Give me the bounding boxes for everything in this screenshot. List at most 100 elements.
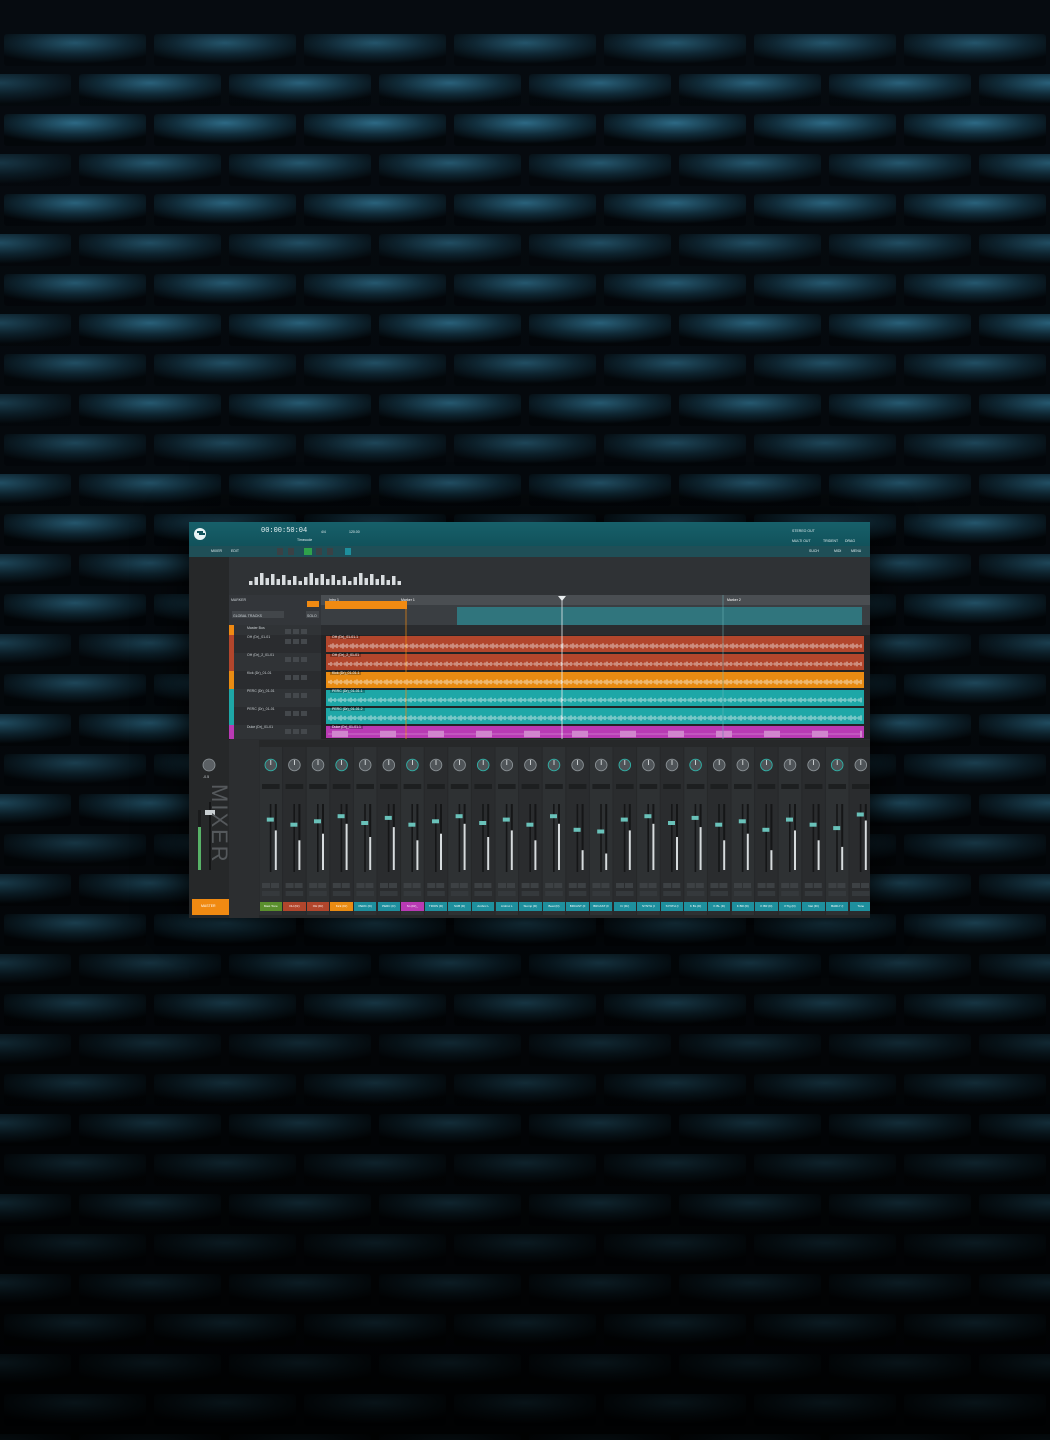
- fader-cap: [526, 822, 534, 827]
- level-meter-fill: [487, 837, 490, 870]
- channel-name[interactable]: PERC (D): [377, 902, 401, 911]
- channel-name[interactable]: Kick (Dr): [330, 902, 353, 911]
- channel-name[interactable]: SUB (D): [448, 902, 471, 911]
- channel-name[interactable]: BARLY (I: [825, 902, 849, 911]
- channel-name[interactable]: BRCAST (F: [589, 902, 613, 911]
- mute-button: [852, 883, 860, 888]
- fader-track: [623, 804, 626, 872]
- solo-button: [648, 883, 657, 888]
- fader-cap: [502, 817, 510, 822]
- routing-slot: [734, 891, 752, 896]
- routing-slot: [427, 891, 445, 896]
- fader-track: [411, 804, 413, 872]
- level-meter-fill: [510, 830, 513, 870]
- fader-track: [718, 804, 720, 872]
- level-meter-fill: [864, 820, 867, 870]
- channel-name[interactable]: K BR (D): [755, 902, 778, 911]
- insert-slot: [474, 784, 492, 789]
- level-meter-fill: [534, 840, 537, 870]
- insert-slot: [356, 784, 374, 789]
- fader-cap: [668, 821, 675, 825]
- channel-name[interactable]: KTIg (D): [778, 902, 802, 911]
- channel-name[interactable]: OH (Dr): [306, 902, 330, 911]
- solo-button: [294, 883, 303, 888]
- mute-button: [592, 883, 601, 888]
- level-meter-fill: [676, 837, 678, 870]
- mixer-title: MIXER: [207, 784, 232, 864]
- solo-button: [459, 883, 468, 888]
- channel-name[interactable]: TRIOS (D): [424, 902, 448, 911]
- routing-slot: [498, 891, 516, 896]
- mute-button: [663, 883, 672, 888]
- solo-button: [554, 883, 563, 888]
- insert-slot: [427, 784, 445, 789]
- fader-cap: [762, 827, 770, 832]
- routing-slot: [616, 891, 634, 896]
- channel-name[interactable]: K BL (D): [684, 902, 707, 911]
- channel-name[interactable]: Nat (Dr): [802, 902, 825, 911]
- solo-button: [341, 883, 350, 888]
- level-meter-fill: [746, 833, 749, 870]
- level-meter-fill: [581, 850, 584, 870]
- channel-name[interactable]: Sn (Dr)_: [401, 902, 424, 911]
- solo-button: [318, 883, 327, 888]
- fader-track: [812, 804, 815, 872]
- insert-slot: [403, 784, 422, 789]
- mute-button: [710, 883, 719, 888]
- level-meter-fill: [369, 837, 372, 870]
- mute-button: [639, 883, 648, 888]
- fader-cap: [479, 821, 487, 825]
- fader-cap: [573, 827, 581, 832]
- insert-slot: [734, 784, 752, 789]
- channel-name[interactable]: Beat (D): [542, 902, 566, 911]
- fader-track: [269, 804, 272, 872]
- fader-cap: [597, 829, 605, 834]
- fader-track: [789, 804, 791, 872]
- channel-name[interactable]: Mast Tone: [259, 902, 283, 911]
- level-meter-fill: [770, 850, 773, 870]
- fader-track: [293, 804, 295, 872]
- solo-button: [766, 883, 775, 888]
- channel-name[interactable]: OH (Dr): [283, 902, 306, 911]
- routing-slot: [403, 891, 422, 896]
- mute-button: [285, 883, 294, 888]
- routing-slot: [309, 891, 327, 896]
- solo-button: [719, 883, 728, 888]
- solo-button: [601, 883, 610, 888]
- level-meter-fill: [416, 840, 419, 870]
- fader-track: [836, 804, 838, 872]
- fader-cap: [691, 815, 699, 820]
- insert-slot: [285, 784, 304, 789]
- channel-name[interactable]: Fr (Dr): [613, 902, 637, 911]
- routing-slot: [474, 891, 492, 896]
- channel-name[interactable]: K BL (D): [707, 902, 731, 911]
- fader-track: [364, 804, 366, 872]
- level-meter-fill: [440, 833, 442, 870]
- channel-name[interactable]: SYNTH (I: [637, 902, 660, 911]
- channel-strip: [849, 747, 870, 915]
- level-meter-fill: [463, 823, 466, 870]
- fader-cap: [337, 814, 345, 819]
- channel-name[interactable]: Ambnc L: [471, 902, 495, 911]
- level-meter-fill: [345, 823, 348, 870]
- channel-name[interactable]: SYNTH (I: [660, 902, 684, 911]
- level-meter-fill: [392, 827, 395, 870]
- insert-slot: [262, 784, 280, 789]
- fader-cap: [856, 812, 864, 817]
- routing-slot: [710, 891, 728, 896]
- channel-name[interactable]: PERC (D): [353, 902, 377, 911]
- fader-track: [482, 804, 484, 872]
- insert-slot: [663, 784, 681, 789]
- channel-name[interactable]: Tone: [849, 902, 870, 911]
- fader-track: [741, 804, 744, 872]
- channel-name[interactable]: K BR (D): [731, 902, 755, 911]
- level-meter-fill: [605, 853, 608, 870]
- routing-slot: [262, 891, 280, 896]
- channel-name[interactable]: BRCAST (F: [566, 902, 589, 911]
- mute-button: [498, 883, 506, 888]
- level-meter-fill: [628, 830, 631, 870]
- insert-slot: [757, 784, 776, 789]
- channel-name[interactable]: Stomp (D): [519, 902, 542, 911]
- channel-name[interactable]: Ambnc L: [495, 902, 519, 911]
- insert-slot: [710, 784, 728, 789]
